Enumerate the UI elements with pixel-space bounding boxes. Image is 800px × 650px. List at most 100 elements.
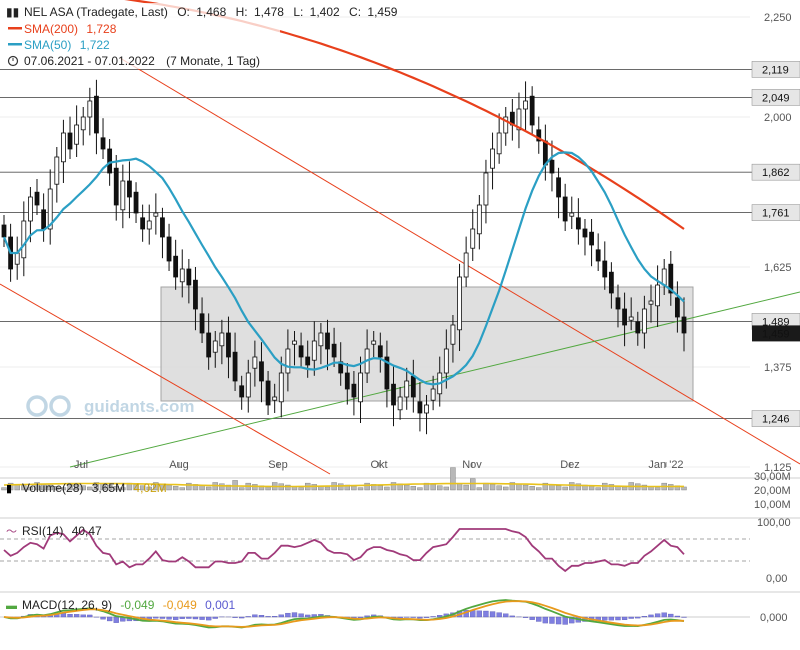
macd-label: MACD(12, 26, 9) [22,598,112,612]
candle-body [21,220,27,259]
svg-text:NEL ASA (Tradegate, Last): NEL ASA (Tradegate, Last) O: 1,468 H: 1,… [24,5,398,19]
candle-body [404,380,410,398]
candle-body [265,380,271,406]
macd-hist-bar [562,616,568,625]
macd-hist-bar [430,616,436,618]
volume-bar [681,486,687,491]
macd-hist-bar [608,616,615,621]
volume-bar [562,486,568,491]
price-tick: 1,375 [764,362,792,374]
candle-body [140,217,146,230]
macd-hist-bar [166,616,172,620]
candle-body [450,324,456,345]
time-tick: Okt [370,459,387,471]
time-tick: Sep [268,459,288,471]
macd-hist-bar [542,616,549,624]
candle-body [193,279,198,310]
candle-body [377,345,383,358]
volume-bar [298,487,304,491]
candle-body [94,95,99,134]
svg-text:07.06.2021 - 07.01.2022: 07.06.2021 - 07.01.2022 (7 Monate, 1 Tag… [24,54,260,68]
candle-body [113,167,119,206]
level-tag: 1,761 [762,208,790,220]
macd-hist-bar [272,616,278,618]
candle-body [133,191,139,214]
macd-hist-bar [245,616,251,618]
watermark: guidants.com [26,395,195,417]
high-value: 1,478 [254,5,284,19]
candle-body [305,356,311,366]
rsi-label: RSI(14) [22,524,63,538]
high-label: H: [236,5,248,19]
time-tick: Aug [169,459,189,471]
candle-body [417,401,423,414]
svg-text:RSI(14) 40,47: RSI(14) 40,47 [22,524,102,538]
candle-body [292,340,297,345]
volume-bar [337,483,344,491]
close-value: 1,459 [367,5,397,19]
macd-hist-bar [291,612,298,618]
volume-bar [179,487,185,491]
candle-body [325,332,330,350]
svg-text:MACD(12, 26, 9) -0,049: MACD(12, 26, 9) -0,049 -0,049 0,001 [22,598,235,612]
volume-bar [430,484,436,491]
macd-hist-bar [661,612,667,618]
sma50-swatch [8,43,22,46]
volume-bar [489,484,496,491]
macd-hist-bar [417,616,423,619]
candle-body [344,372,350,390]
time-tick: Nov [462,459,482,471]
sma200-swatch [8,27,22,30]
candle-body [589,231,594,246]
price-tick: 2,000 [764,112,792,124]
candle-body [457,276,462,331]
macd-hist-bar [179,616,185,619]
candle-body [496,132,502,155]
volume-value2: 4,02M [133,481,166,495]
candle-body [397,396,403,411]
macd-hist-bar [80,614,86,618]
macd-icon: ▬ [6,600,17,612]
volume-bar [536,487,542,491]
volume-bar [529,486,535,491]
volume-bar [324,486,331,491]
macd-hist-bar [232,616,238,618]
candle-body [212,340,218,353]
macd-hist-bar [192,616,199,620]
macd-hist-bar [549,616,555,624]
candle-body [153,212,159,217]
volume-bar [390,482,397,491]
candle-body [318,332,324,347]
volume-bar [377,485,384,491]
candle-body [569,212,575,217]
macd-hist-bar [674,615,681,618]
volume-bar [476,487,483,491]
macd-value2: -0,049 [163,598,197,612]
volume-bar [384,486,390,491]
volume-bar [503,486,509,491]
svg-text:Volume(28) 3,65M 4: Volume(28) 3,65M 4,02M [22,481,167,495]
candle-body [232,351,238,382]
volume-bar [238,487,245,491]
legend: ▮▮ NEL ASA (Tradegate, Last) O: 1,468 H:… [0,3,398,69]
candle-icon: ▮▮ [6,5,19,19]
macd-hist-bar [239,616,245,619]
candle-body [410,375,416,398]
candle-body [127,180,132,198]
volume-bar [555,485,562,491]
volume-bar [654,487,661,491]
macd-hist-bar [278,614,284,618]
volume-bar [443,486,450,491]
candle-body [61,132,66,163]
time-tick: Jul [74,459,88,471]
volume-bar [357,487,364,491]
candle-body [67,132,73,150]
macd-value3: 0,001 [205,598,235,612]
macd-hist-bar [212,616,218,619]
level-tag: 1,246 [762,414,790,426]
svg-text:SMA(200) 1,728: SMA(200) 1,728 [24,22,117,36]
volume-bar [311,484,317,491]
open-value: 1,468 [196,5,226,19]
sma50-value: 1,722 [80,38,110,52]
macd-hist-bar [252,614,258,618]
